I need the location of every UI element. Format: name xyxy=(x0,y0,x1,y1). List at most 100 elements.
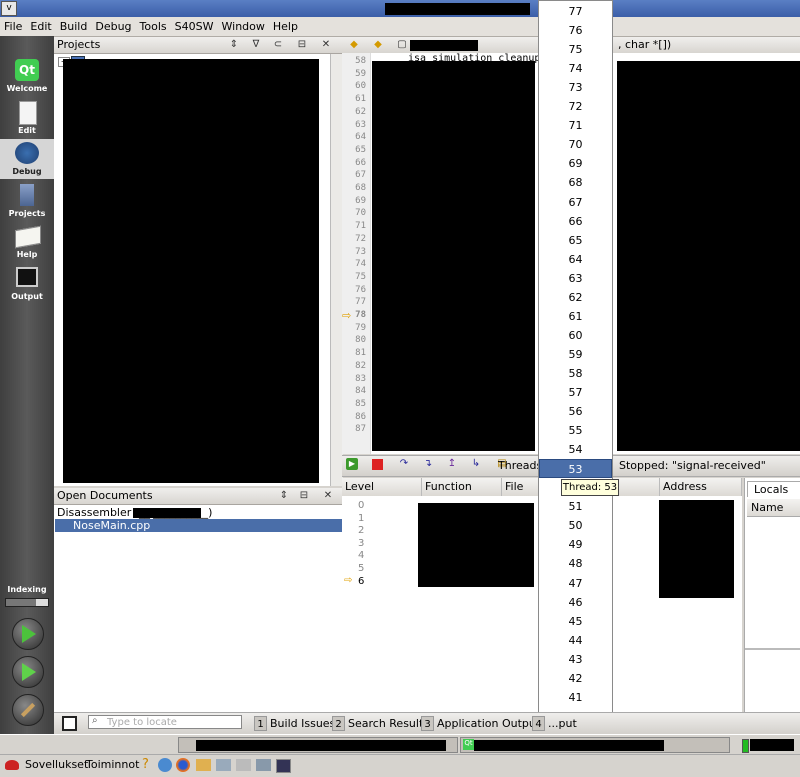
stack-col-function[interactable]: Function xyxy=(422,478,502,496)
stack-frame-level[interactable]: 0 xyxy=(358,500,364,511)
network-icon[interactable] xyxy=(256,759,271,771)
menu-file[interactable]: File xyxy=(0,20,26,33)
firefox-icon[interactable] xyxy=(176,758,190,772)
stack-col-level[interactable]: Level xyxy=(342,478,422,496)
thread-item[interactable]: 77 xyxy=(539,2,612,21)
step-instruction-icon[interactable]: ↳ xyxy=(468,457,484,471)
window-menu-button[interactable]: v xyxy=(1,1,17,16)
locals-splitter[interactable] xyxy=(745,648,800,650)
locate-input[interactable]: Type to locate xyxy=(88,715,242,729)
menu-tools[interactable]: Tools xyxy=(136,20,171,33)
thread-item[interactable]: 50 xyxy=(539,516,612,535)
stack-frame-level[interactable]: 6 xyxy=(358,576,364,587)
thread-item[interactable]: 45 xyxy=(539,612,612,631)
function-signature[interactable]: , char *[]) xyxy=(618,37,671,53)
menu-build[interactable]: Build xyxy=(56,20,92,33)
mode-debug[interactable]: Debug xyxy=(0,139,54,179)
thread-item[interactable]: 66 xyxy=(539,212,612,231)
applications-menu[interactable]: Sovellukset xyxy=(25,758,88,771)
globe-icon[interactable] xyxy=(158,758,172,772)
actions-menu[interactable]: Toiminnot xyxy=(86,758,139,771)
stack-frame-level[interactable]: 1 xyxy=(358,513,364,524)
output-search-results[interactable]: 2 Search Results xyxy=(332,716,429,731)
mail-icon[interactable] xyxy=(196,759,211,771)
thread-item[interactable]: 60 xyxy=(539,326,612,345)
step-out-icon[interactable]: ↥ xyxy=(444,457,460,471)
thread-item[interactable]: 67 xyxy=(539,193,612,212)
thread-item[interactable]: 43 xyxy=(539,650,612,669)
thread-item[interactable]: 47 xyxy=(539,574,612,593)
stack-frame-level[interactable]: 2 xyxy=(358,525,364,536)
close-icon[interactable]: ✕ xyxy=(320,489,336,503)
output-build-issues[interactable]: 1 Build Issues xyxy=(254,716,335,731)
thread-item[interactable]: 56 xyxy=(539,402,612,421)
mode-output[interactable]: Output xyxy=(0,264,54,304)
open-docs-selector[interactable]: ⇕ xyxy=(276,489,292,503)
build-button[interactable] xyxy=(12,694,44,726)
menu-debug[interactable]: Debug xyxy=(91,20,135,33)
thread-item[interactable]: 65 xyxy=(539,231,612,250)
thread-item[interactable]: 41 xyxy=(539,688,612,707)
menu-window[interactable]: Window xyxy=(218,20,269,33)
editor-icon[interactable] xyxy=(236,759,251,771)
thread-item[interactable]: 57 xyxy=(539,383,612,402)
forward-icon[interactable]: ◆ xyxy=(370,38,386,52)
menu-help[interactable]: Help xyxy=(269,20,302,33)
locals-col-name[interactable]: Name xyxy=(747,499,800,517)
menu-edit[interactable]: Edit xyxy=(26,20,55,33)
thread-item[interactable]: 74 xyxy=(539,59,612,78)
thread-item[interactable]: 72 xyxy=(539,97,612,116)
thread-dropdown-list[interactable]: 77 76 75 74 73 72 71 70 69 68 67 66 65 64 63 62 61 60 59 58… xyxy=(538,0,613,734)
mode-projects[interactable]: Projects xyxy=(0,181,54,221)
thread-item[interactable]: 49 xyxy=(539,535,612,554)
output-general-messages[interactable]: 4 ...put xyxy=(532,716,577,731)
tab-locals[interactable]: Locals and xyxy=(747,481,800,512)
thread-item[interactable]: 63 xyxy=(539,269,612,288)
split-icon[interactable]: ⊟ xyxy=(294,38,310,52)
debug-run-button[interactable] xyxy=(12,656,44,688)
run-button[interactable] xyxy=(12,618,44,650)
stop-icon[interactable] xyxy=(372,459,383,470)
thread-item[interactable]: 64 xyxy=(539,250,612,269)
thread-item[interactable]: 46 xyxy=(539,593,612,612)
thread-item[interactable]: 68 xyxy=(539,173,612,192)
thread-item[interactable]: 55 xyxy=(539,421,612,440)
thread-item[interactable]: 71 xyxy=(539,116,612,135)
thread-item[interactable]: 76 xyxy=(539,21,612,40)
open-document-item-selected[interactable]: NoseMain.cpp xyxy=(55,519,342,532)
step-into-icon[interactable]: ↴ xyxy=(420,457,436,471)
filter-icon[interactable]: ∇ xyxy=(248,38,264,52)
stack-frame-level[interactable]: 5 xyxy=(358,563,364,574)
mode-help[interactable]: Help xyxy=(0,222,54,262)
toggle-sidebar-icon[interactable] xyxy=(62,716,77,731)
thread-item-selected[interactable]: 53 xyxy=(539,459,612,479)
thread-item[interactable]: 70 xyxy=(539,135,612,154)
mode-welcome[interactable]: Qt Welcome xyxy=(0,56,54,96)
thread-item[interactable]: 59 xyxy=(539,345,612,364)
menu-s40sw[interactable]: S40SW xyxy=(171,20,218,33)
files-icon[interactable] xyxy=(216,759,231,771)
mode-edit[interactable]: Edit xyxy=(0,98,54,138)
link-icon[interactable]: ⊂ xyxy=(270,38,286,52)
thread-item[interactable]: 44 xyxy=(539,631,612,650)
thread-item[interactable]: 58 xyxy=(539,364,612,383)
step-over-icon[interactable]: ↷ xyxy=(396,457,412,471)
stack-frame-level[interactable]: 4 xyxy=(358,550,364,561)
thread-item[interactable]: 73 xyxy=(539,78,612,97)
thread-item[interactable]: 62 xyxy=(539,288,612,307)
stack-col-address[interactable]: Address xyxy=(660,478,742,496)
thread-item[interactable]: 42 xyxy=(539,669,612,688)
split-icon[interactable]: ⊟ xyxy=(296,489,312,503)
projects-view-selector[interactable]: ⇕ xyxy=(226,38,242,52)
terminal-icon[interactable] xyxy=(276,759,291,773)
back-icon[interactable]: ◆ xyxy=(346,38,362,52)
thread-item[interactable]: 75 xyxy=(539,40,612,59)
thread-item[interactable]: 51 xyxy=(539,497,612,516)
help-icon[interactable]: ? xyxy=(142,757,149,772)
thread-item[interactable]: 61 xyxy=(539,307,612,326)
output-application-output[interactable]: 3 Application Output xyxy=(421,716,540,731)
thread-item[interactable]: 54 xyxy=(539,440,612,459)
close-icon[interactable]: ✕ xyxy=(318,38,334,52)
continue-icon[interactable]: ▶ xyxy=(346,458,358,470)
thread-item[interactable]: 69 xyxy=(539,154,612,173)
